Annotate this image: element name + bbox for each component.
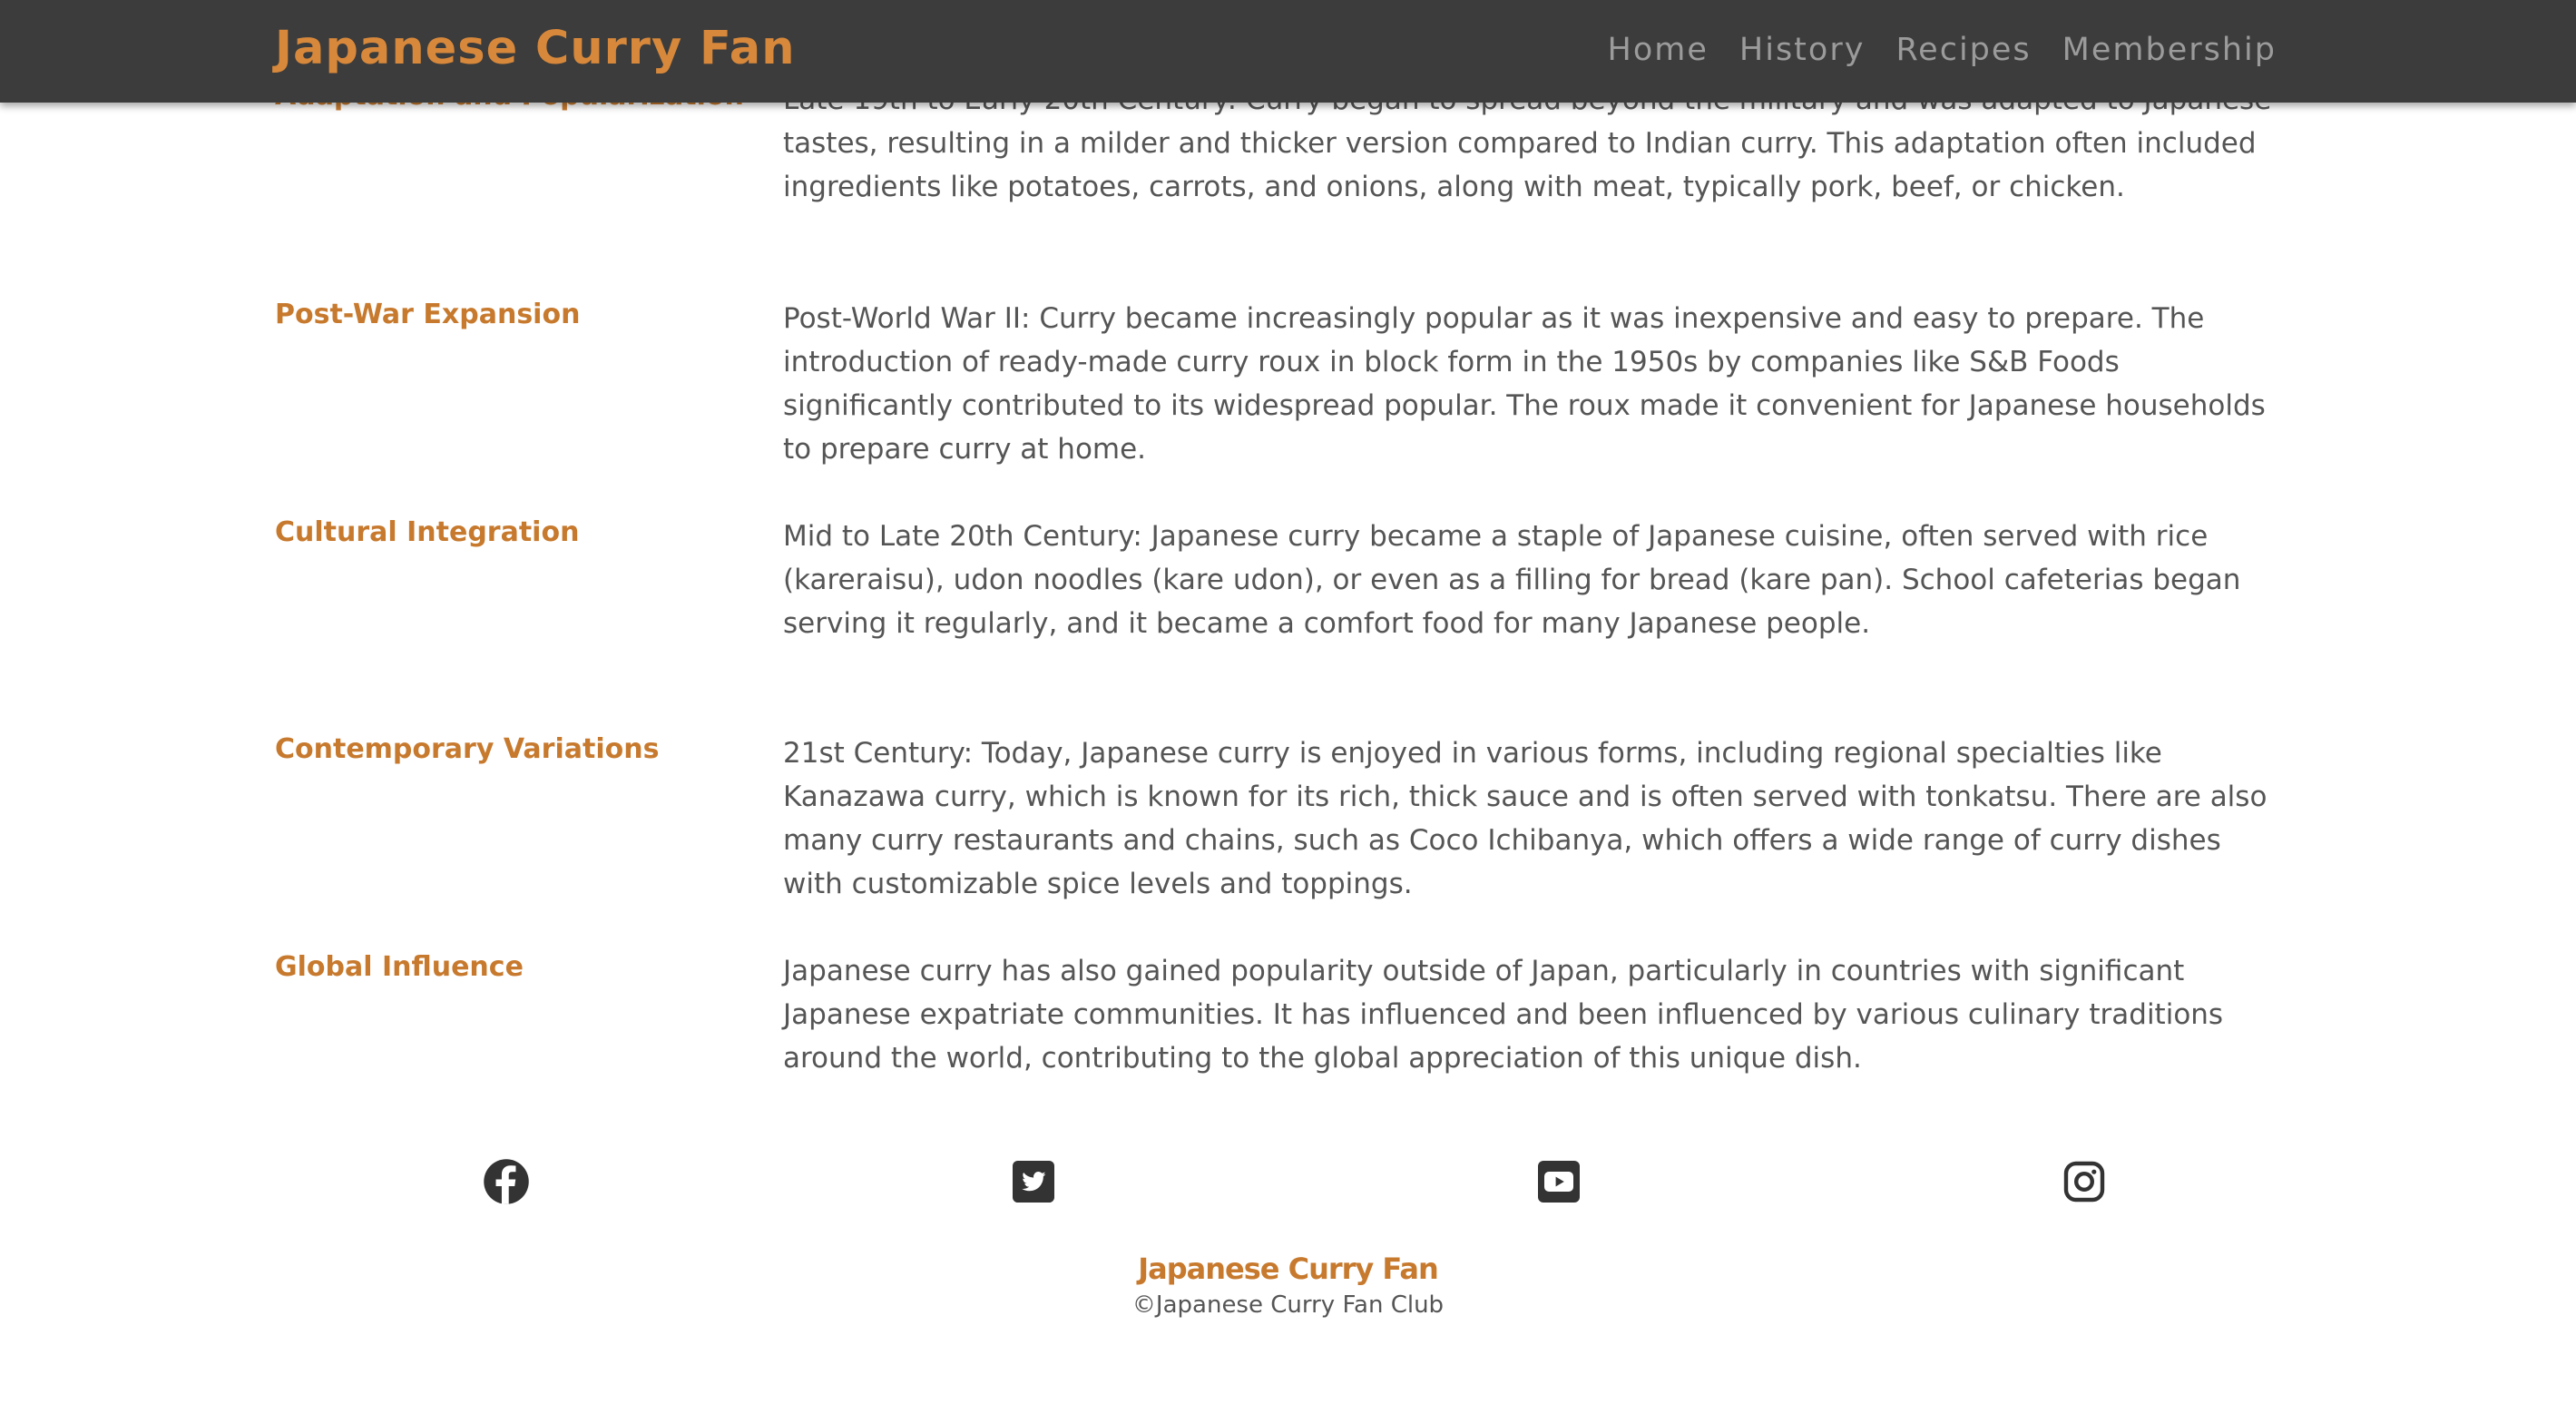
section-text: Post-World War II: Curry became increasi… — [783, 302, 2266, 466]
page: Adaptation and Popularization Late 19th … — [0, 0, 2576, 1404]
site-header: Japanese Curry Fan Home History Recipes … — [0, 0, 2576, 103]
section-title: Cultural Integration — [275, 516, 580, 548]
section-title: Contemporary Variations — [275, 733, 660, 765]
youtube-link[interactable] — [1532, 1154, 1586, 1209]
nav-link-recipes[interactable]: Recipes — [1895, 30, 2031, 70]
section-title: Global Influence — [275, 951, 524, 983]
facebook-link[interactable] — [479, 1154, 534, 1209]
instagram-link[interactable] — [2057, 1154, 2111, 1209]
footer-copyright: ©Japanese Curry Fan Club — [1131, 1291, 1445, 1319]
section-text: 21st Century: Today, Japanese curry is e… — [783, 737, 2267, 900]
instagram-icon — [2063, 1161, 2105, 1203]
nav-link-home[interactable]: Home — [1608, 30, 1709, 70]
section-title: Post-War Expansion — [275, 299, 581, 330]
footer-brand: Japanese Curry Fan — [1138, 1252, 1439, 1286]
site-logo[interactable]: Japanese Curry Fan — [275, 18, 796, 80]
section-text: Japanese curry has also gained popularit… — [783, 955, 2224, 1075]
facebook-icon — [484, 1159, 529, 1204]
twitter-icon — [1013, 1161, 1054, 1203]
twitter-link[interactable] — [1006, 1154, 1061, 1209]
section-text: Mid to Late 20th Century: Japanese curry… — [783, 520, 2241, 640]
youtube-icon — [1538, 1161, 1580, 1203]
nav-link-history[interactable]: History — [1739, 30, 1866, 70]
main-nav: Home History Recipes Membership — [1608, 30, 2277, 70]
nav-link-membership[interactable]: Membership — [2062, 30, 2277, 70]
